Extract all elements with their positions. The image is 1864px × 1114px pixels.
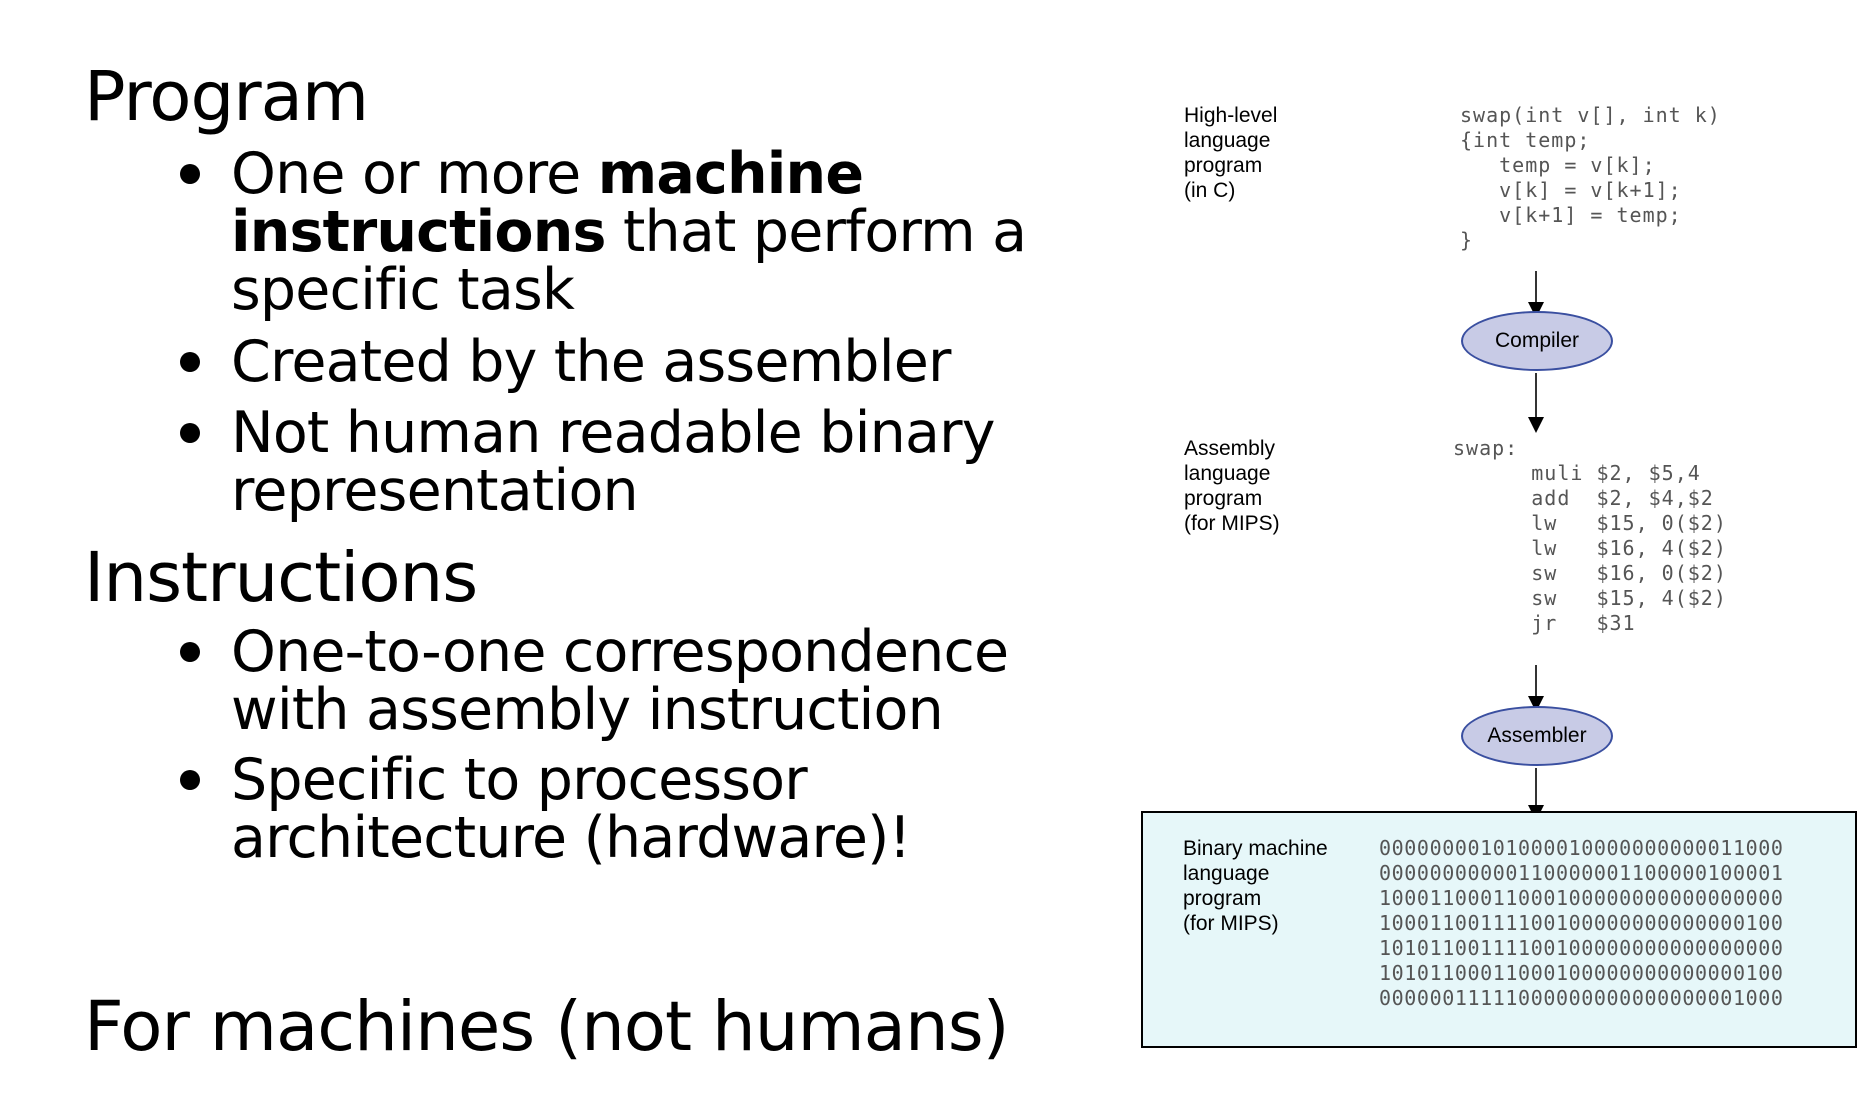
instructions-heading: Instructions	[84, 538, 478, 618]
program-bullet-list: One or more machine instructions that pe…	[0, 145, 1036, 520]
bullet-dot	[180, 423, 200, 443]
bullet-not-human-readable: Not human readable binary representation	[0, 404, 1036, 520]
program-heading: Program	[84, 57, 369, 137]
assembly-label: Assembly language program (for MIPS)	[1184, 437, 1280, 535]
high-level-label: High-level language program (in C)	[1184, 104, 1278, 202]
instructions-bullet-list: One-to-one correspondence with assembly …	[0, 623, 1036, 867]
assembly-code: swap: muli $2, $5,4 add $2, $4,$2 lw $15…	[1453, 436, 1727, 635]
bullet-dot	[180, 164, 200, 184]
bullet-created-by-assembler: Created by the assembler	[0, 333, 1036, 403]
compiler-label: Compiler	[1494, 329, 1580, 352]
compiler-node: Compiler	[1461, 311, 1613, 371]
binary-code: 00000000101000010000000000011000 0000000…	[1379, 836, 1784, 1010]
bullet-machine-instructions: One or more machine instructions that pe…	[0, 145, 1036, 319]
bullet-dot	[180, 642, 200, 662]
binary-machine-code-box: Binary machine language program (for MIP…	[1141, 811, 1857, 1048]
bullet-text-before: One or more	[231, 141, 598, 207]
bullet-processor-specific: Specific to processor architecture (hard…	[0, 751, 1036, 867]
high-level-code: swap(int v[], int k) {int temp; temp = v…	[1460, 103, 1721, 252]
assembler-node: Assembler	[1461, 706, 1613, 766]
bullet-one-to-one: One-to-one correspondence with assembly …	[0, 623, 1036, 739]
bullet-text: Created by the assembler	[231, 329, 951, 395]
bullet-text: One-to-one correspondence with assembly …	[231, 619, 1009, 743]
assembler-label: Assembler	[1487, 724, 1587, 747]
bullet-dot	[180, 770, 200, 790]
bullet-dot	[180, 352, 200, 372]
footer-heading: For machines (not humans)	[84, 987, 1010, 1067]
bullet-text: Not human readable binary representation	[231, 400, 995, 524]
bullet-text: Specific to processor architecture (hard…	[231, 747, 911, 871]
binary-label: Binary machine language program (for MIP…	[1183, 837, 1328, 935]
